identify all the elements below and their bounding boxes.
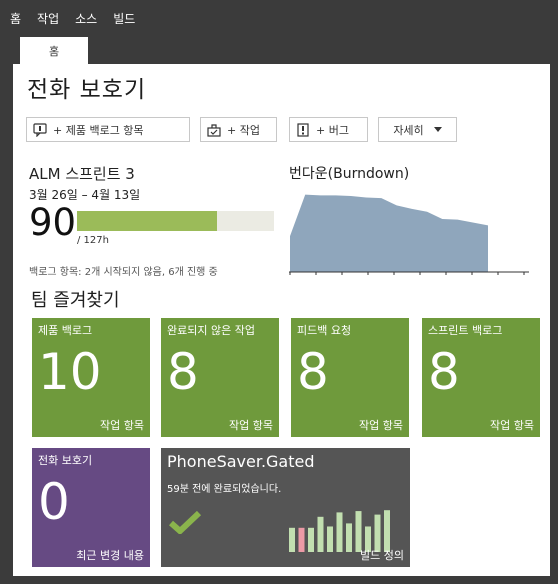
build-status: 59분 전에 완료되었습니다. — [167, 484, 282, 495]
tile-subtitle: 작업 항목 — [359, 419, 403, 432]
new-bug-label: + 버그 — [316, 123, 349, 137]
tile-count: 10 — [38, 343, 102, 401]
tile-count: 8 — [167, 343, 199, 401]
tile-subtitle: 최근 변경 내용 — [76, 549, 144, 562]
more-dropdown[interactable]: 자세히 — [378, 117, 457, 142]
comment-icon — [33, 122, 47, 137]
tile-subtitle: 작업 항목 — [100, 419, 144, 432]
remaining-hours: 90 — [29, 201, 77, 244]
nav-item-source[interactable]: 소스 — [75, 10, 97, 27]
new-backlog-item-label: + 제품 백로그 항목 — [53, 123, 144, 137]
burndown-area — [290, 194, 488, 272]
new-bug-button[interactable]: + 버그 — [289, 117, 368, 142]
chevron-down-icon — [433, 127, 442, 132]
new-backlog-item-button[interactable]: + 제품 백로그 항목 — [26, 117, 190, 142]
tile-count: 0 — [38, 473, 70, 531]
nav-item-build[interactable]: 빌드 — [113, 10, 135, 27]
build-history-bar — [317, 516, 324, 552]
tile-subtitle: 작업 항목 — [490, 419, 534, 432]
new-task-label: + 작업 — [227, 123, 260, 137]
build-history-bar — [308, 527, 314, 552]
more-label: 자세히 — [393, 123, 424, 137]
burndown-chart[interactable] — [289, 184, 531, 276]
build-history-bar — [384, 510, 390, 552]
tile-sprint-backlog[interactable]: 스프린트 백로그 8 작업 항목 — [422, 318, 540, 437]
tile-title: 제품 백로그 — [38, 324, 93, 337]
tile-title: 피드백 요청 — [297, 324, 352, 337]
new-task-button[interactable]: + 작업 — [200, 117, 277, 142]
tile-incomplete-work[interactable]: 완료되지 않은 작업 8 작업 항목 — [161, 318, 279, 437]
total-hours: / 127h — [77, 235, 109, 246]
tab-home[interactable]: 홈 — [20, 37, 88, 65]
build-history-bar — [346, 523, 352, 552]
tile-title: 전화 보호기 — [38, 454, 93, 467]
capacity-bar-fill — [77, 211, 217, 231]
capacity-bar — [77, 211, 274, 231]
bug-icon — [297, 122, 309, 137]
build-history-bar — [336, 512, 343, 552]
tile-product-backlog[interactable]: 제품 백로그 10 작업 항목 — [32, 318, 150, 437]
task-icon — [207, 123, 221, 137]
app-frame: 홈 작업 소스 빌드 홈 전화 보호기 + 제품 백로그 항목 + 작업 + 버… — [0, 0, 558, 584]
tile-title: 완료되지 않은 작업 — [167, 324, 255, 337]
build-history-bar — [298, 527, 305, 552]
nav-item-home[interactable]: 홈 — [10, 10, 21, 27]
build-history-bar — [327, 526, 333, 552]
tile-count: 8 — [297, 343, 329, 401]
build-name: PhoneSaver.Gated — [167, 452, 315, 471]
checkmark-icon — [169, 510, 201, 534]
backlog-status-note: 백로그 항목: 2개 시작되지 않음, 6개 진행 중 — [29, 267, 218, 278]
nav-item-work[interactable]: 작업 — [37, 10, 59, 27]
build-history-bar — [355, 511, 362, 552]
tile-title: 스프린트 백로그 — [428, 324, 503, 337]
burndown-title[interactable]: 번다운(Burndown) — [289, 163, 409, 183]
top-nav: 홈 작업 소스 빌드 — [0, 0, 558, 36]
tile-count: 8 — [428, 343, 460, 401]
tile-subtitle: 빌드 정의 — [360, 549, 404, 562]
tile-build-definition[interactable]: PhoneSaver.Gated 59분 전에 완료되었습니다. 빌드 정의 — [161, 448, 410, 567]
tile-recent-changes[interactable]: 전화 보호기 0 최근 변경 내용 — [32, 448, 150, 567]
team-favorites-title: 팀 즐겨찾기 — [31, 290, 120, 311]
tile-feedback-requests[interactable]: 피드백 요청 8 작업 항목 — [291, 318, 409, 437]
tile-subtitle: 작업 항목 — [229, 419, 273, 432]
sprint-name[interactable]: ALM 스프린트 3 — [29, 163, 135, 184]
page-title: 전화 보호기 — [27, 77, 147, 103]
build-history-chart — [289, 510, 390, 552]
build-history-bar — [289, 527, 295, 552]
main-content: 전화 보호기 + 제품 백로그 항목 + 작업 + 버그 자세히 ALM 스프린… — [13, 64, 550, 576]
